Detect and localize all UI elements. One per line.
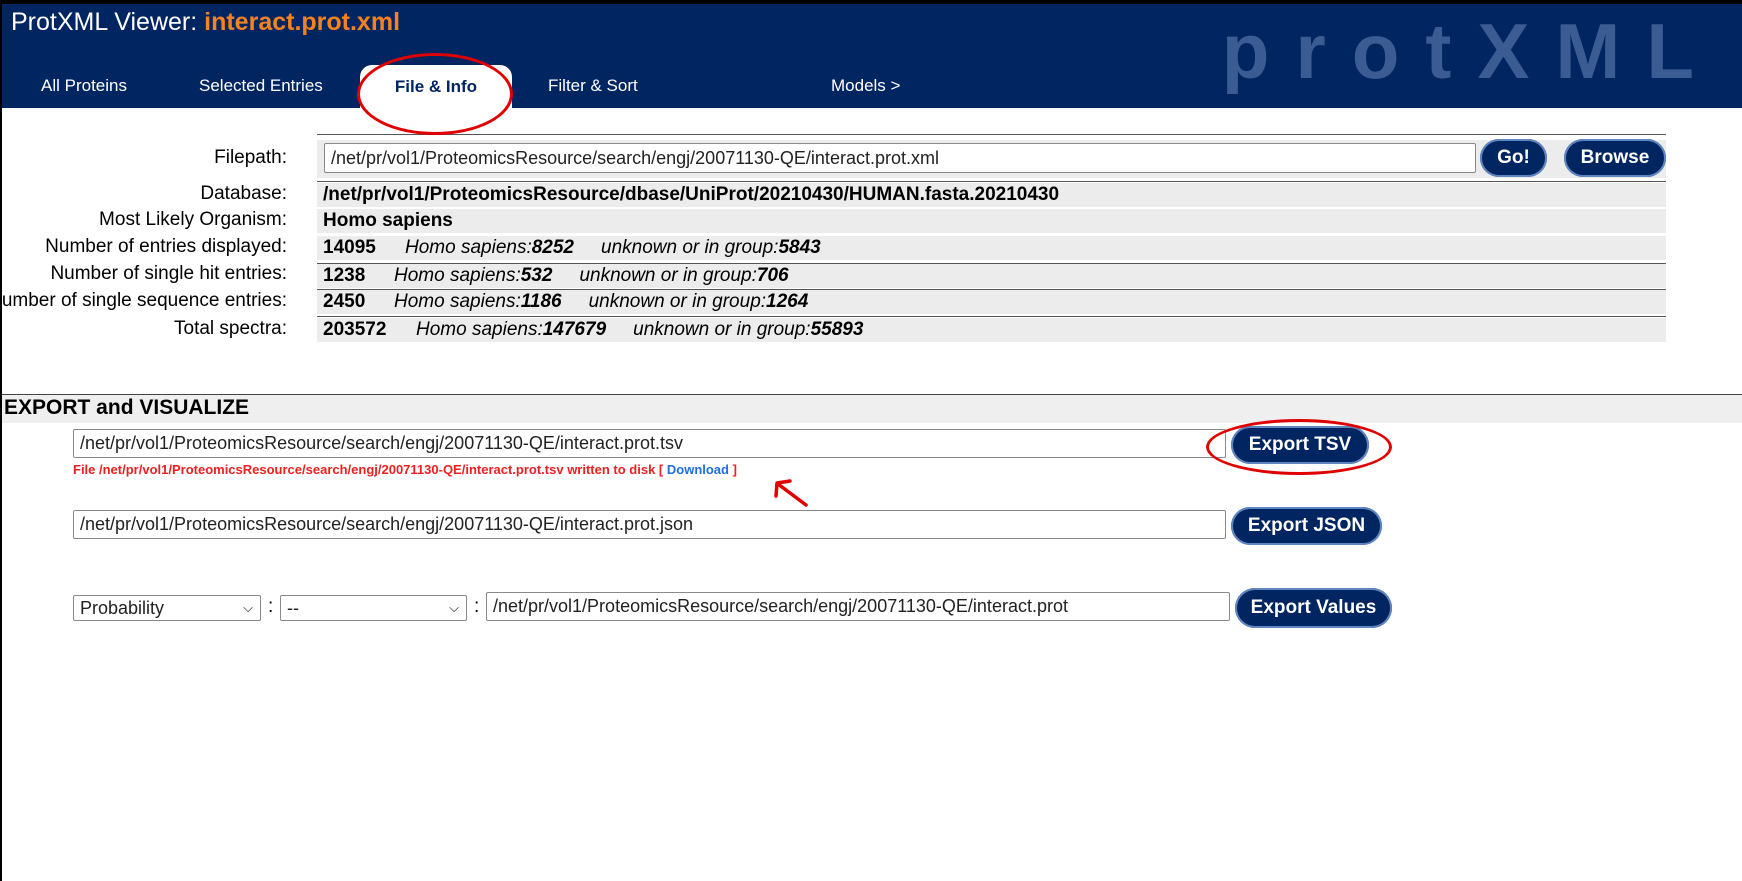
single-sequence-value: 2450 Homo sapiens:1186 unknown or in group… [317, 290, 1666, 314]
total-spectra-value: 203572 Homo sapiens:147679 unknown or in g… [317, 318, 1666, 342]
tsv-written-message: File /net/pr/vol1/ProteomicsResource/sea… [73, 462, 737, 477]
database-label: Database: [200, 183, 287, 204]
database-path: /net/pr/vol1/ProteomicsResource/dbase/Un… [323, 184, 1060, 205]
download-link[interactable]: Download [667, 462, 729, 477]
total-spectra-label: Total spectra: [174, 318, 287, 339]
separator-colon: : [268, 596, 274, 617]
protxml-viewer-page: ProtXML Viewer: interact.prot.xml protXM… [2, 4, 1742, 881]
secondary-value-select[interactable]: -- ⌵ [280, 595, 467, 621]
value-type-selected: Probability [80, 598, 165, 618]
filepath-input[interactable] [324, 143, 1476, 173]
screenshot-frame: ProtXML Viewer: interact.prot.xml protXM… [0, 0, 1742, 881]
browse-button[interactable]: Browse [1564, 139, 1666, 177]
divider [317, 134, 1666, 135]
entries-displayed-label: Number of entries displayed: [45, 236, 287, 257]
export-values-button[interactable]: Export Values [1235, 588, 1392, 628]
divider [317, 316, 1666, 317]
tab-all-proteins[interactable]: All Proteins [41, 76, 127, 96]
chevron-down-icon: ⌵ [449, 600, 459, 615]
export-heading-band [2, 395, 1742, 423]
separator-colon: : [474, 596, 480, 617]
export-heading: EXPORT and VISUALIZE [4, 396, 250, 419]
annotation-arrow-icon [774, 479, 808, 507]
stat-organism-name: Homo sapiens: [405, 237, 532, 258]
divider [317, 181, 1666, 182]
stat-organism-name: Homo sapiens: [416, 319, 543, 340]
app-header: ProtXML Viewer: interact.prot.xml protXM… [2, 4, 1742, 110]
entries-displayed-value: 14095 Homo sapiens:8252 unknown or in grou… [317, 236, 1666, 260]
tab-file-info[interactable]: File & Info [360, 65, 512, 110]
stat-organism-count: 147679 [542, 319, 607, 340]
page-title: ProtXML Viewer: interact.prot.xml [11, 8, 400, 37]
stat-organism-count: 532 [520, 265, 553, 286]
stat-total: 2450 [323, 291, 366, 312]
stat-other-name: unknown or in group: [601, 237, 779, 258]
stat-other-name: unknown or in group: [633, 319, 811, 340]
stat-other-count: 55893 [810, 319, 864, 340]
filepath-label: Filepath: [214, 147, 287, 168]
secondary-value-selected: -- [287, 598, 299, 618]
stat-other-count: 5843 [778, 237, 821, 258]
stat-total: 203572 [323, 319, 387, 340]
organism-name: Homo sapiens [323, 210, 453, 231]
single-hit-value: 1238 Homo sapiens:532 unknown or in group:… [317, 264, 1666, 288]
message-text: File /net/pr/vol1/ProteomicsResource/sea… [73, 462, 667, 477]
tsv-path-input[interactable] [73, 429, 1226, 458]
tab-selected-entries[interactable]: Selected Entries [199, 76, 323, 96]
message-suffix: ] [728, 462, 737, 477]
title-filename: interact.prot.xml [204, 8, 401, 36]
database-value: /net/pr/vol1/ProteomicsResource/dbase/Un… [317, 183, 1666, 207]
organism-label: Most Likely Organism: [99, 209, 287, 230]
stat-other-count: 1264 [766, 291, 809, 312]
stat-other-name: unknown or in group: [579, 265, 757, 286]
export-tsv-button[interactable]: Export TSV [1231, 426, 1369, 464]
title-prefix: ProtXML Viewer: [11, 8, 205, 36]
stat-other-count: 706 [756, 265, 789, 286]
values-path-input[interactable] [486, 592, 1230, 621]
single-sequence-label: Number of single sequence entries: [2, 290, 287, 311]
chevron-down-icon: ⌵ [243, 600, 253, 615]
stat-organism-name: Homo sapiens: [394, 265, 521, 286]
single-hit-label: Number of single hit entries: [50, 263, 287, 284]
stat-organism-count: 1186 [520, 291, 562, 312]
tab-filter-sort[interactable]: Filter & Sort [548, 76, 638, 96]
stat-total: 1238 [323, 265, 366, 286]
stat-total: 14095 [323, 237, 376, 258]
tab-models[interactable]: Models > [831, 76, 900, 96]
export-json-button[interactable]: Export JSON [1231, 507, 1382, 545]
protxml-logo: protXML [1221, 7, 1720, 95]
value-type-select[interactable]: Probability ⌵ [73, 595, 261, 621]
stat-other-name: unknown or in group: [588, 291, 767, 312]
stat-organism-name: Homo sapiens: [394, 291, 521, 312]
organism-value: Homo sapiens [317, 209, 1666, 233]
stat-organism-count: 8252 [531, 237, 575, 258]
go-button[interactable]: Go! [1480, 139, 1547, 177]
json-path-input[interactable] [73, 510, 1226, 539]
